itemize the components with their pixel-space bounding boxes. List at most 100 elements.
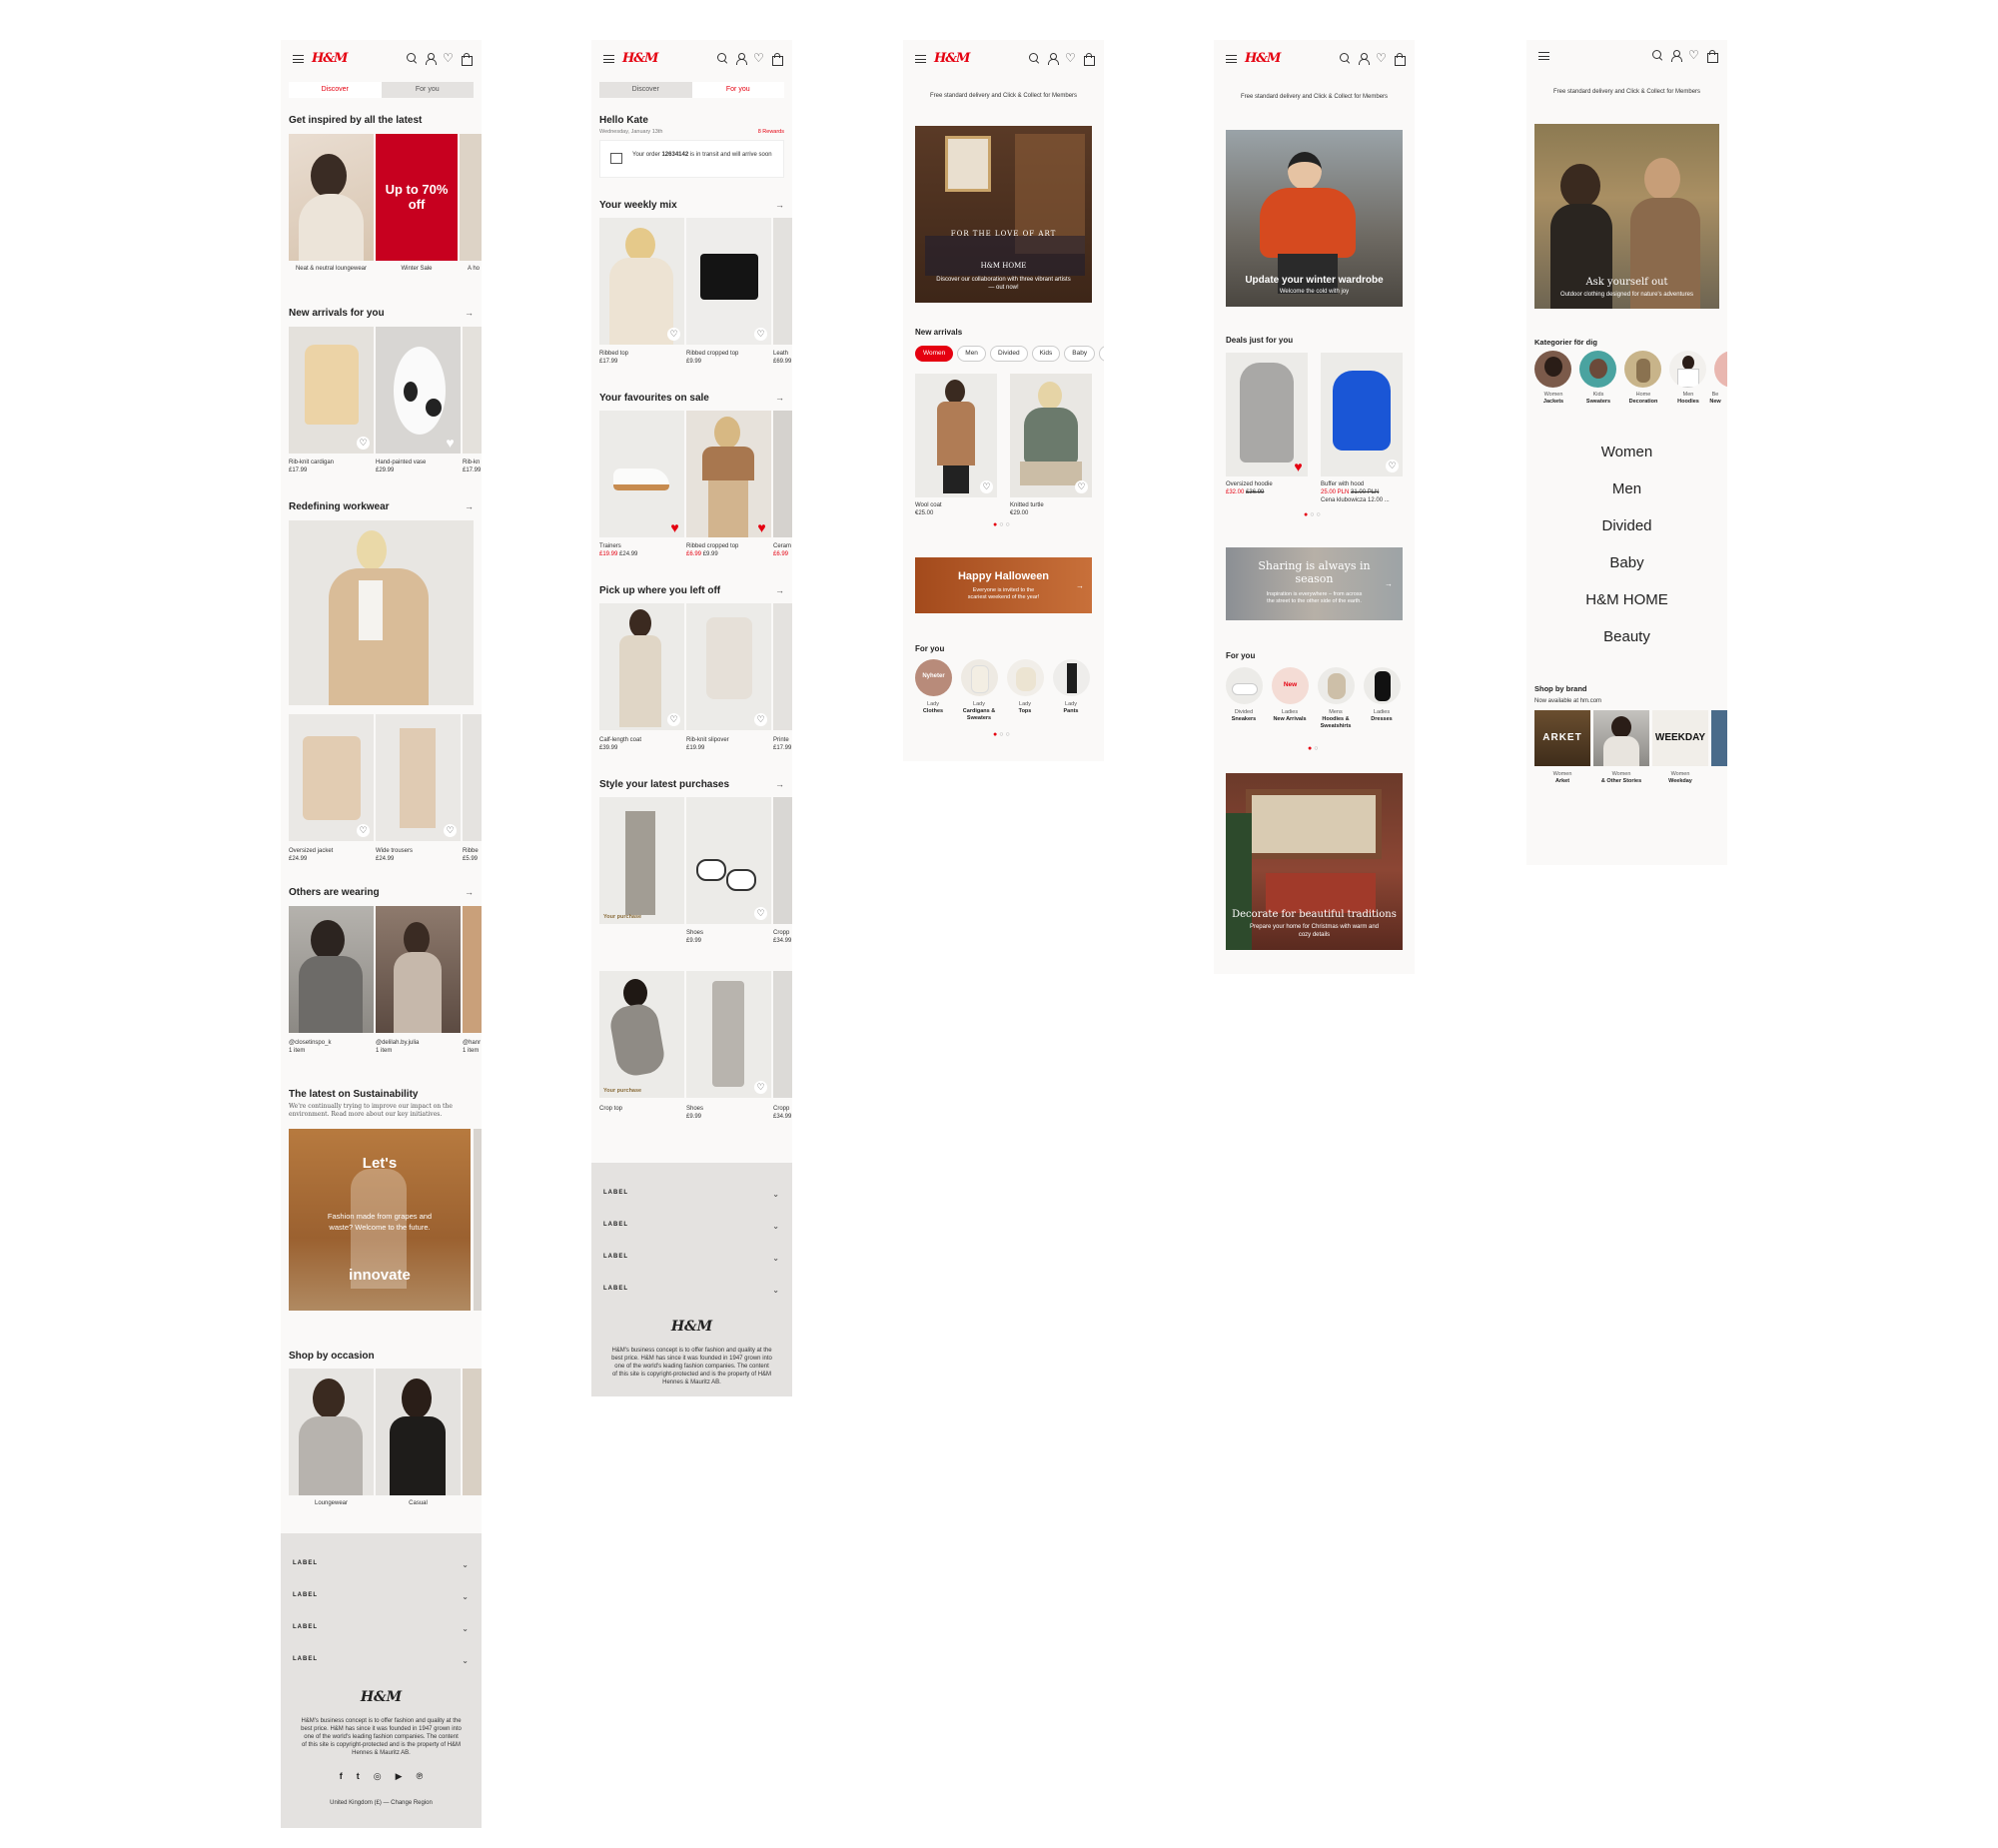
search-icon[interactable]	[717, 53, 728, 64]
purchase-card[interactable]: Your purchase	[599, 797, 684, 924]
product-card[interactable]: ♡	[686, 603, 771, 730]
inspiration-card[interactable]	[460, 134, 482, 261]
bag-icon[interactable]	[1706, 50, 1718, 63]
product-card[interactable]: ♡	[915, 374, 997, 497]
sustainability-banner[interactable]: Let's Fashion made from grapes and waste…	[289, 1129, 471, 1311]
brand-card-other-stories[interactable]	[1593, 710, 1649, 766]
ugc-card[interactable]	[463, 906, 482, 1033]
footer-accordion[interactable]: LABEL ⌄	[293, 1624, 470, 1633]
nav-divided[interactable]: Divided	[1526, 517, 1727, 534]
occasion-card[interactable]	[463, 1369, 482, 1495]
ugc-card[interactable]	[376, 906, 461, 1033]
heart-icon[interactable]: ♥	[1292, 460, 1305, 473]
product-card[interactable]	[463, 327, 482, 454]
chip-divided[interactable]: Divided	[989, 346, 1028, 362]
inspiration-card[interactable]	[289, 134, 374, 261]
heart-icon[interactable]: ♥	[668, 520, 681, 534]
category-circle[interactable]	[1318, 667, 1355, 704]
product-card[interactable]: ♡	[289, 714, 374, 841]
chip-baby[interactable]: Baby	[1064, 346, 1096, 362]
chip-women[interactable]: Women	[915, 346, 954, 362]
product-card[interactable]: ♥	[686, 411, 771, 537]
logo[interactable]: H&M	[934, 51, 970, 66]
heart-icon[interactable]: ♡	[357, 824, 370, 837]
category-circle[interactable]	[1579, 351, 1616, 388]
nav-women[interactable]: Women	[1526, 444, 1727, 461]
product-card[interactable]: ♡	[1010, 374, 1092, 497]
product-card[interactable]	[773, 971, 792, 1098]
search-icon[interactable]	[1029, 53, 1040, 64]
halloween-banner[interactable]: Happy Halloween Everyone is invited to t…	[915, 557, 1092, 613]
footer-accordion[interactable]: LABEL ⌄	[293, 1592, 470, 1601]
brand-card-weekday[interactable]: WEEKDAY	[1652, 710, 1708, 766]
tab-discover[interactable]: Discover	[599, 82, 692, 98]
search-icon[interactable]	[1652, 50, 1663, 61]
brand-card-arket[interactable]: ARKET	[1534, 710, 1590, 766]
youtube-icon[interactable]: ▶	[396, 1771, 403, 1782]
pinterest-icon[interactable]: ℗	[417, 1771, 424, 1782]
bag-icon[interactable]	[771, 53, 783, 66]
product-card[interactable]: ♡	[289, 327, 374, 454]
arrow-right-icon[interactable]: →	[775, 585, 784, 595]
heart-icon[interactable]: ♡	[754, 328, 767, 341]
search-icon[interactable]	[1340, 53, 1351, 64]
product-card[interactable]: ♡	[686, 218, 771, 345]
tab-for-you[interactable]: For you	[382, 82, 475, 98]
heart-icon[interactable]: ♡	[754, 713, 767, 726]
product-card[interactable]	[773, 218, 792, 345]
favorites-icon[interactable]: ♡	[753, 52, 764, 64]
arrow-right-icon[interactable]: →	[465, 308, 474, 318]
region-link[interactable]: United Kingdom (£) — Change Region	[301, 1799, 462, 1807]
nav-beauty[interactable]: Beauty	[1526, 628, 1727, 645]
heart-icon[interactable]: ♡	[357, 437, 370, 450]
feature-image[interactable]	[289, 520, 474, 705]
product-card[interactable]: ♡	[599, 218, 684, 345]
twitter-icon[interactable]: t	[357, 1771, 360, 1782]
occasion-card[interactable]	[376, 1369, 461, 1495]
footer-accordion[interactable]: LABEL ⌄	[603, 1254, 780, 1263]
hero-banner[interactable]: Ask yourself out Outdoor clothing design…	[1534, 124, 1719, 309]
chip-more[interactable]: H	[1099, 346, 1104, 362]
heart-icon[interactable]: ♡	[980, 480, 993, 493]
occasion-card[interactable]	[289, 1369, 374, 1495]
product-card[interactable]: ♥	[599, 411, 684, 537]
purchase-card[interactable]: Your purchase	[599, 971, 684, 1098]
christmas-banner[interactable]: Decorate for beautiful traditions Prepar…	[1226, 773, 1403, 950]
heart-icon[interactable]: ♡	[667, 328, 680, 341]
footer-accordion[interactable]: LABEL ⌄	[603, 1286, 780, 1295]
account-icon[interactable]	[1047, 53, 1059, 65]
product-card[interactable]: ♥	[376, 327, 461, 454]
category-circle[interactable]	[1007, 659, 1044, 696]
account-icon[interactable]	[1358, 53, 1370, 65]
category-circle[interactable]	[1714, 351, 1727, 388]
heart-icon[interactable]: ♥	[444, 436, 457, 450]
account-icon[interactable]	[425, 53, 437, 65]
footer-accordion[interactable]: LABEL ⌄	[603, 1190, 780, 1199]
facebook-icon[interactable]: f	[340, 1771, 343, 1782]
category-circle[interactable]	[1669, 351, 1706, 388]
product-card[interactable]	[773, 797, 792, 924]
nav-baby[interactable]: Baby	[1526, 554, 1727, 571]
brand-card[interactable]	[1711, 710, 1727, 766]
instagram-icon[interactable]: ◎	[374, 1771, 382, 1782]
bag-icon[interactable]	[461, 53, 473, 66]
bag-icon[interactable]	[1083, 53, 1095, 66]
search-icon[interactable]	[407, 53, 418, 64]
footer-accordion[interactable]: LABEL ⌄	[293, 1560, 470, 1569]
heart-icon[interactable]: ♡	[754, 907, 767, 920]
product-card[interactable]	[773, 411, 792, 537]
sale-card[interactable]: Up to 70% off	[376, 134, 458, 261]
category-circle[interactable]	[1624, 351, 1661, 388]
heart-icon[interactable]: ♡	[444, 824, 457, 837]
nav-home[interactable]: H&M HOME	[1526, 591, 1727, 608]
arrow-right-icon[interactable]: →	[775, 779, 784, 789]
footer-accordion[interactable]: LABEL ⌄	[293, 1656, 470, 1665]
favorites-icon[interactable]: ♡	[1688, 49, 1699, 61]
favorites-icon[interactable]: ♡	[443, 52, 454, 64]
arrow-right-icon[interactable]: →	[465, 501, 474, 511]
heart-icon[interactable]: ♡	[1386, 460, 1399, 472]
logo[interactable]: H&M	[622, 51, 658, 66]
rewards-link[interactable]: 8 Rewards	[758, 128, 784, 136]
sustainability-banner[interactable]	[474, 1129, 482, 1311]
account-icon[interactable]	[1670, 50, 1682, 62]
